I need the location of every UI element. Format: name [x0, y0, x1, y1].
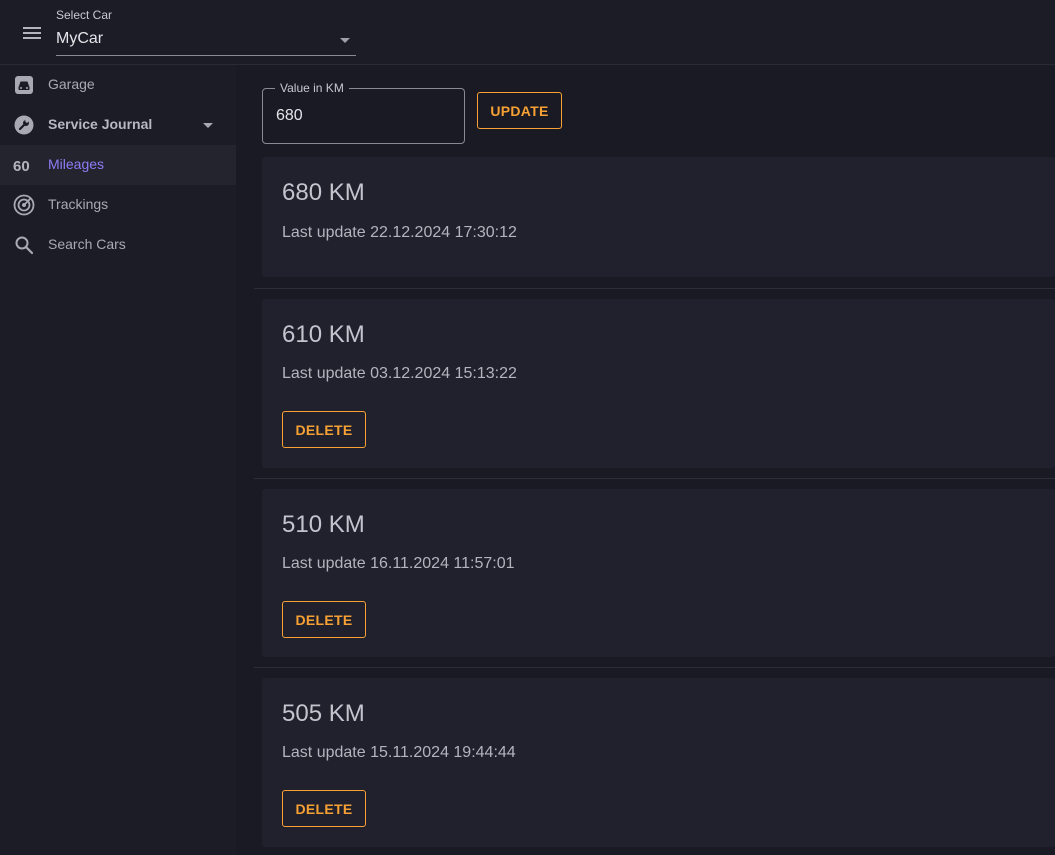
delete-button[interactable]: DELETE — [282, 601, 366, 638]
mileage-card: 510 KM Last update 16.11.2024 11:57:01 D… — [262, 489, 1055, 657]
car-select-value: MyCar — [56, 30, 104, 47]
radar-icon — [13, 194, 35, 216]
mileage-card: 505 KM Last update 15.11.2024 19:44:44 D… — [262, 678, 1055, 847]
sidebar-item-trackings[interactable]: Trackings — [0, 185, 236, 225]
mileage-card: 680 KM Last update 22.12.2024 17:30:12 — [262, 157, 1055, 277]
mileage-value: 680 KM — [282, 179, 365, 206]
mileage-card: 610 KM Last update 03.12.2024 15:13:22 D… — [262, 299, 1055, 468]
sidebar-item-label: Mileages — [48, 156, 105, 172]
svg-text:60: 60 — [13, 158, 30, 173]
delete-button[interactable]: DELETE — [282, 790, 366, 827]
sidebar-item-service-journal[interactable]: Service Journal — [0, 105, 236, 145]
sidebar-item-label: Trackings — [48, 196, 109, 212]
delete-button[interactable]: DELETE — [282, 411, 366, 448]
main-content: Value in KM UPDATE 680 KM Last update 22… — [236, 65, 1055, 855]
sidebar-item-search-cars[interactable]: Search Cars — [0, 225, 236, 265]
divider — [254, 288, 1055, 289]
divider — [254, 478, 1055, 479]
menu-button[interactable] — [18, 19, 46, 47]
sidebar-item-label: Garage — [48, 76, 95, 92]
sidebar: Garage Service Journal 60 Mileages Track… — [0, 65, 236, 855]
search-icon — [13, 234, 35, 256]
chevron-down-icon[interactable] — [203, 123, 213, 128]
mileage-updated: Last update 03.12.2024 15:13:22 — [282, 365, 517, 382]
menu-icon — [23, 27, 41, 39]
sidebar-item-label: Service Journal — [48, 116, 153, 132]
km-input-label: Value in KM — [275, 81, 349, 95]
mileage-value: 510 KM — [282, 511, 365, 538]
sidebar-item-garage[interactable]: Garage — [0, 65, 236, 105]
speed-60-icon: 60 — [13, 154, 35, 176]
mileage-value: 610 KM — [282, 321, 365, 348]
mileage-value: 505 KM — [282, 700, 365, 727]
car-select-label: Select Car — [56, 8, 113, 22]
sidebar-item-label: Search Cars — [48, 236, 126, 252]
chevron-down-icon — [340, 38, 350, 43]
km-input[interactable] — [263, 89, 464, 143]
sidebar-item-mileages[interactable]: 60 Mileages — [0, 145, 236, 185]
divider — [254, 667, 1055, 668]
car-select[interactable]: Select Car MyCar — [56, 6, 356, 56]
garage-icon — [13, 74, 35, 96]
update-button[interactable]: UPDATE — [477, 92, 562, 129]
wrench-icon — [13, 114, 35, 136]
app-bar: Select Car MyCar — [0, 0, 1055, 65]
km-input-field[interactable]: Value in KM — [262, 81, 465, 144]
mileage-updated: Last update 22.12.2024 17:30:12 — [282, 224, 517, 241]
mileage-updated: Last update 16.11.2024 11:57:01 — [282, 555, 515, 572]
mileage-updated: Last update 15.11.2024 19:44:44 — [282, 744, 516, 761]
